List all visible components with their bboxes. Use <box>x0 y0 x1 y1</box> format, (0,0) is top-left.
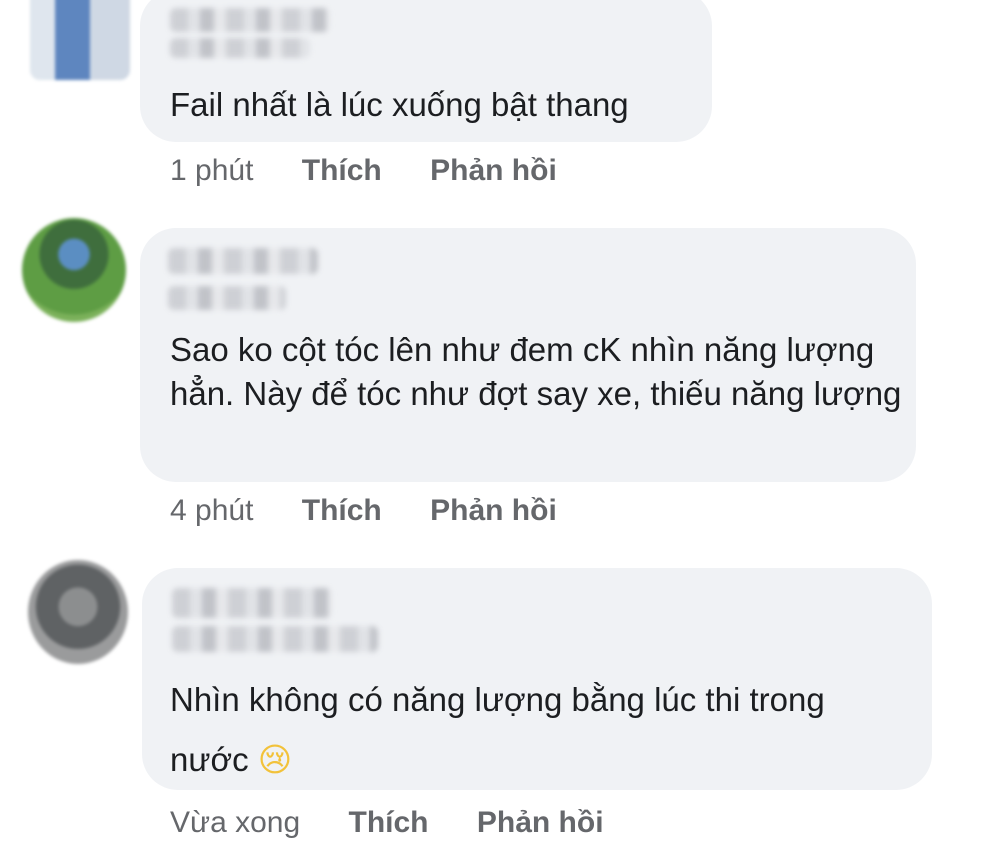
crying-face-icon: 😢 <box>257 740 293 779</box>
comment-bubble: Nhìn không có năng lượng bằng lúc thi tr… <box>142 568 932 790</box>
author-name[interactable] <box>172 626 378 652</box>
reply-button[interactable]: Phản hồi <box>477 806 604 840</box>
avatar[interactable] <box>28 560 128 664</box>
like-button[interactable]: Thích <box>349 806 429 840</box>
author-name[interactable] <box>172 588 332 618</box>
comment-time[interactable]: Vừa xong <box>170 806 300 840</box>
comment-text: Nhìn không có năng lượng bằng lúc thi tr… <box>170 670 910 790</box>
comment-actions: Vừa xong Thích Phản hồi <box>170 806 604 840</box>
comment-3: Nhìn không có năng lượng bằng lúc thi tr… <box>0 0 1000 860</box>
